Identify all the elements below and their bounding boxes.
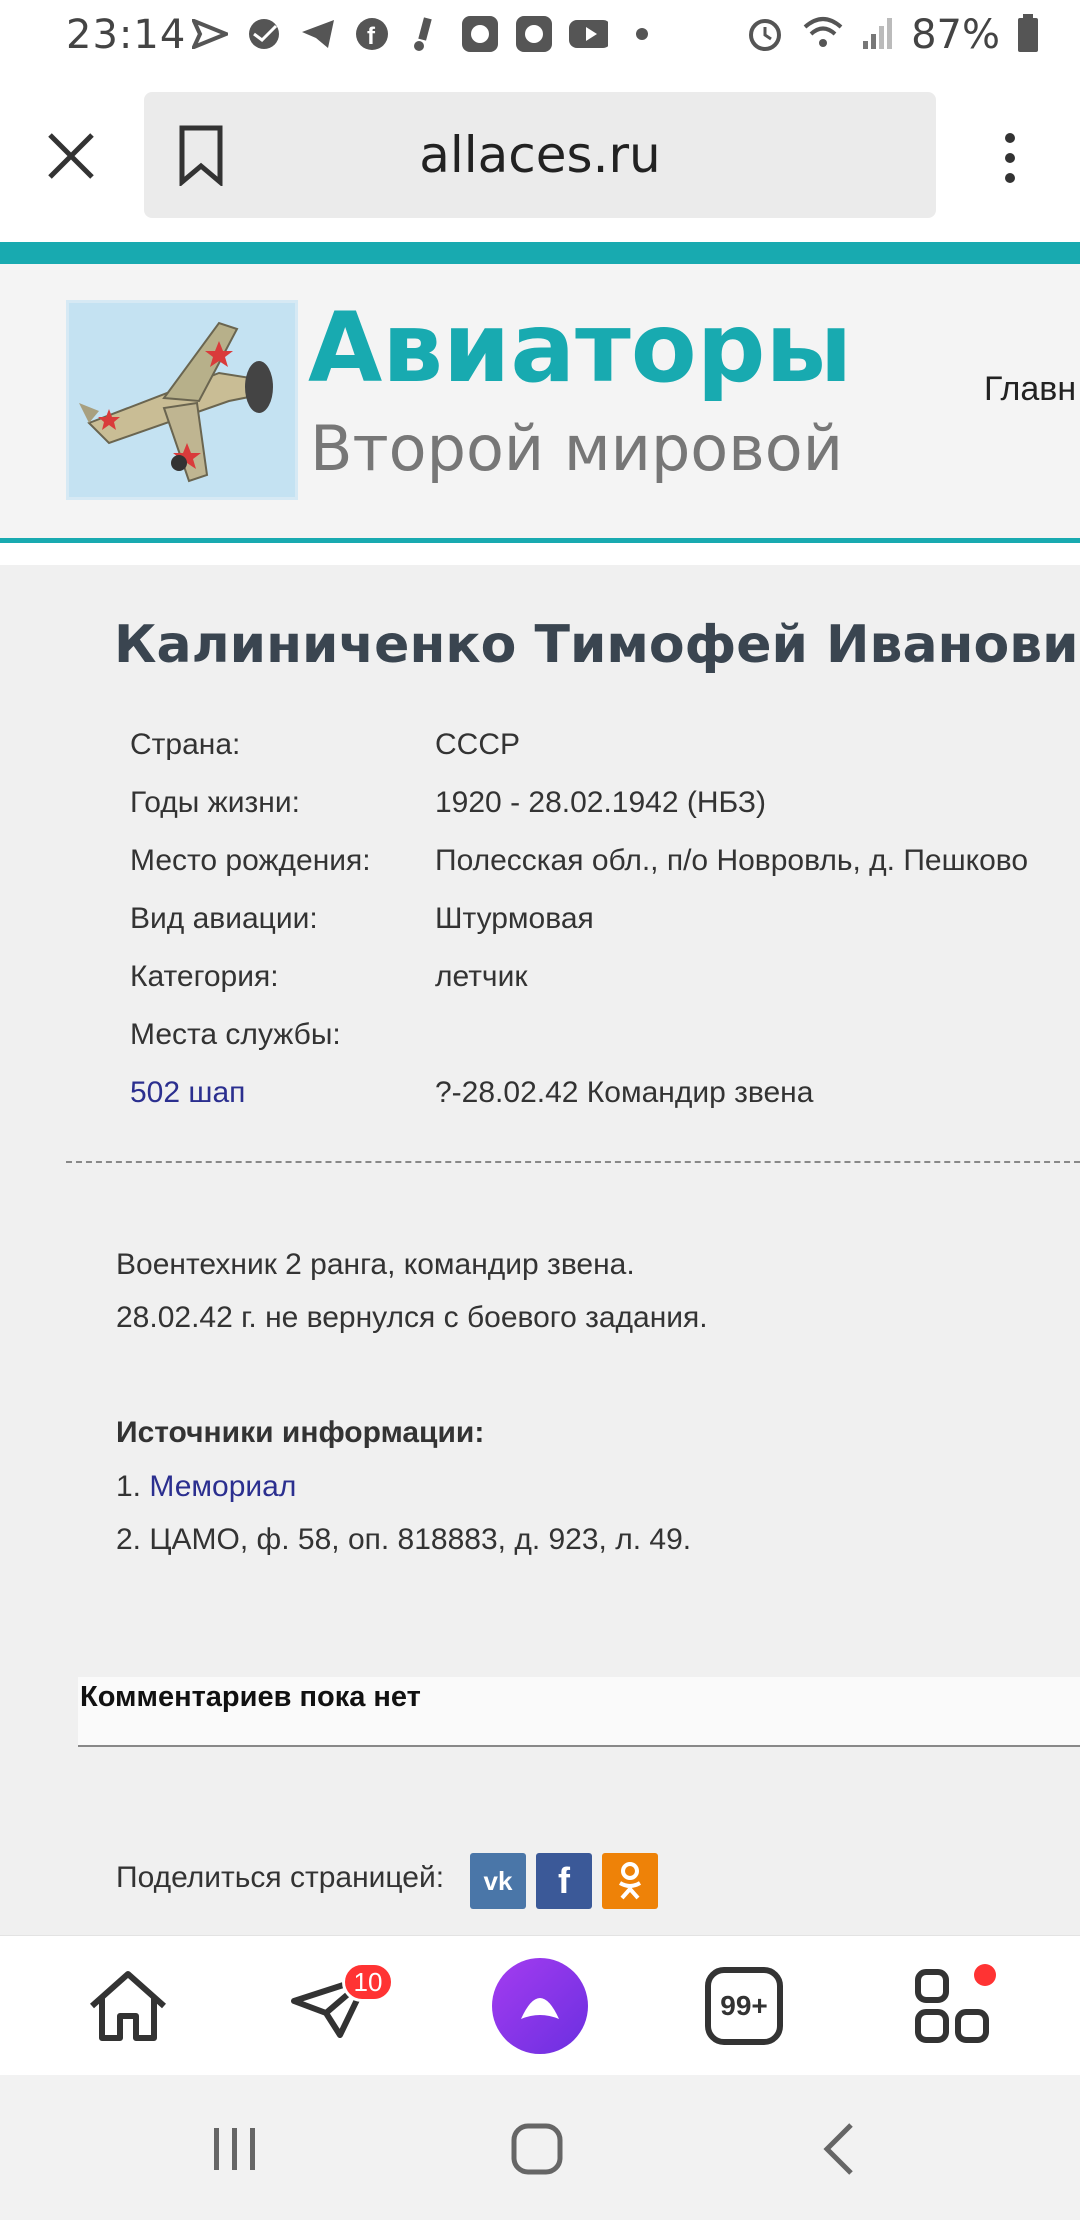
alice-button[interactable] xyxy=(490,1956,590,2056)
site-header: Авиаторы Второй мировой Главн xyxy=(0,264,1080,540)
source-item-1: 1. Мемориал xyxy=(116,1470,296,1504)
recent-apps-button[interactable] xyxy=(200,2119,270,2179)
comments-section: Комментариев пока нет xyxy=(78,1677,1080,1747)
bio-line-2: 28.02.42 г. не вернулся с боевого задани… xyxy=(116,1301,708,1334)
share-odnoklassniki-button[interactable] xyxy=(602,1853,658,1909)
facebook-icon: f xyxy=(558,1860,570,1901)
more-vertical-icon xyxy=(1005,133,1015,183)
site-logo[interactable] xyxy=(66,300,298,500)
field-label-aviation-type: Вид авиации: xyxy=(130,902,318,935)
service-entry: ?-28.02.42 Командир звена xyxy=(435,1076,813,1110)
service-unit-link[interactable]: 502 шап xyxy=(130,1076,245,1110)
svg-text:f: f xyxy=(367,23,376,50)
site-subtitle: Второй мировой xyxy=(310,412,843,485)
status-right: 87% xyxy=(745,12,1040,58)
send-icon xyxy=(190,14,230,54)
header-top-bar xyxy=(0,242,1080,264)
battery-percent: 87% xyxy=(911,12,1000,58)
field-label-birthplace: Место рождения: xyxy=(130,844,371,877)
system-navigation-bar xyxy=(0,2075,1080,2220)
field-label-country: Страна: xyxy=(130,728,241,761)
back-button[interactable] xyxy=(804,2119,874,2179)
field-value-category: летчик xyxy=(435,960,528,993)
alice-icon xyxy=(492,1958,588,2054)
field-label-service: Места службы: xyxy=(130,1018,341,1051)
tabs-counter: 99+ xyxy=(720,1990,768,2021)
memorial-link[interactable]: Мемориал xyxy=(149,1470,296,1503)
browser-toolbar: allaces.ru xyxy=(0,70,1080,242)
divider xyxy=(66,1161,1080,1163)
close-icon xyxy=(48,133,94,179)
home-button[interactable] xyxy=(78,1956,178,2056)
wifi-icon xyxy=(801,15,845,56)
youtube-icon xyxy=(568,14,608,54)
field-value-country: СССР xyxy=(435,728,521,761)
app-icon xyxy=(514,14,554,54)
status-time: 23:14 xyxy=(66,12,187,58)
header-gap xyxy=(0,543,1080,565)
field-value-years: 1920 - 28.02.1942 (НБЗ) xyxy=(435,786,766,819)
odnoklassniki-icon xyxy=(618,1862,642,1900)
bio-line-1: Воентехник 2 ранга, командир звена. xyxy=(116,1248,635,1281)
notification-icon xyxy=(406,14,446,54)
browser-menu-button[interactable] xyxy=(990,128,1030,188)
nav-link-main[interactable]: Главн xyxy=(984,370,1076,409)
share-vk-button[interactable]: vk xyxy=(470,1853,526,1909)
status-bar: 23:14 f 87% xyxy=(0,0,1080,70)
field-label-category: Категория: xyxy=(130,960,279,993)
url-text[interactable]: allaces.ru xyxy=(144,126,936,184)
services-notification-dot xyxy=(974,1964,996,1986)
browser-bottom-nav: 10 99+ xyxy=(0,1935,1080,2075)
share-facebook-button[interactable]: f xyxy=(536,1853,592,1909)
notification-badge: 10 xyxy=(342,1962,394,2002)
facebook-icon: f xyxy=(352,14,392,54)
service-role: Командир звена xyxy=(586,1076,814,1109)
signal-icon xyxy=(861,15,895,56)
field-label-years: Годы жизни: xyxy=(130,786,300,819)
recent-apps-icon xyxy=(214,2128,255,2170)
vk-icon: vk xyxy=(483,1865,513,1896)
service-period: ?-28.02.42 xyxy=(435,1076,579,1109)
battery-icon xyxy=(1016,13,1040,58)
alarm-icon xyxy=(745,13,785,58)
dot-icon xyxy=(622,14,662,54)
field-value-birthplace: Полесская обл., п/о Новровль, д. Пешково xyxy=(435,844,1029,877)
telegram-icon xyxy=(298,14,338,54)
source-item-1-number: 1. xyxy=(116,1470,142,1503)
home-square-icon xyxy=(511,2123,563,2175)
sber-icon xyxy=(244,14,284,54)
sources-heading: Источники информации: xyxy=(116,1416,485,1449)
home-icon xyxy=(90,1971,166,2041)
close-tab-button[interactable] xyxy=(40,125,102,187)
main-content: Калиниченко Тимофей Иванович Страна: ССС… xyxy=(0,565,1080,1935)
notification-icons: f xyxy=(190,14,662,54)
airplane-image xyxy=(69,303,295,497)
system-home-button[interactable] xyxy=(502,2119,572,2179)
app-icon xyxy=(460,14,500,54)
tabs-button[interactable]: 99+ xyxy=(694,1956,794,2056)
address-bar[interactable]: allaces.ru xyxy=(144,92,936,218)
field-value-aviation-type: Штурмовая xyxy=(435,902,594,935)
page-title: Калиниченко Тимофей Иванович xyxy=(114,615,1080,675)
site-title[interactable]: Авиаторы xyxy=(308,292,852,404)
share-label: Поделиться страницей: xyxy=(116,1861,445,1894)
comments-empty-text: Комментариев пока нет xyxy=(80,1681,421,1713)
back-icon xyxy=(823,2123,853,2175)
source-item-2: 2. ЦАМО, ф. 58, оп. 818883, д. 923, л. 4… xyxy=(116,1523,692,1556)
